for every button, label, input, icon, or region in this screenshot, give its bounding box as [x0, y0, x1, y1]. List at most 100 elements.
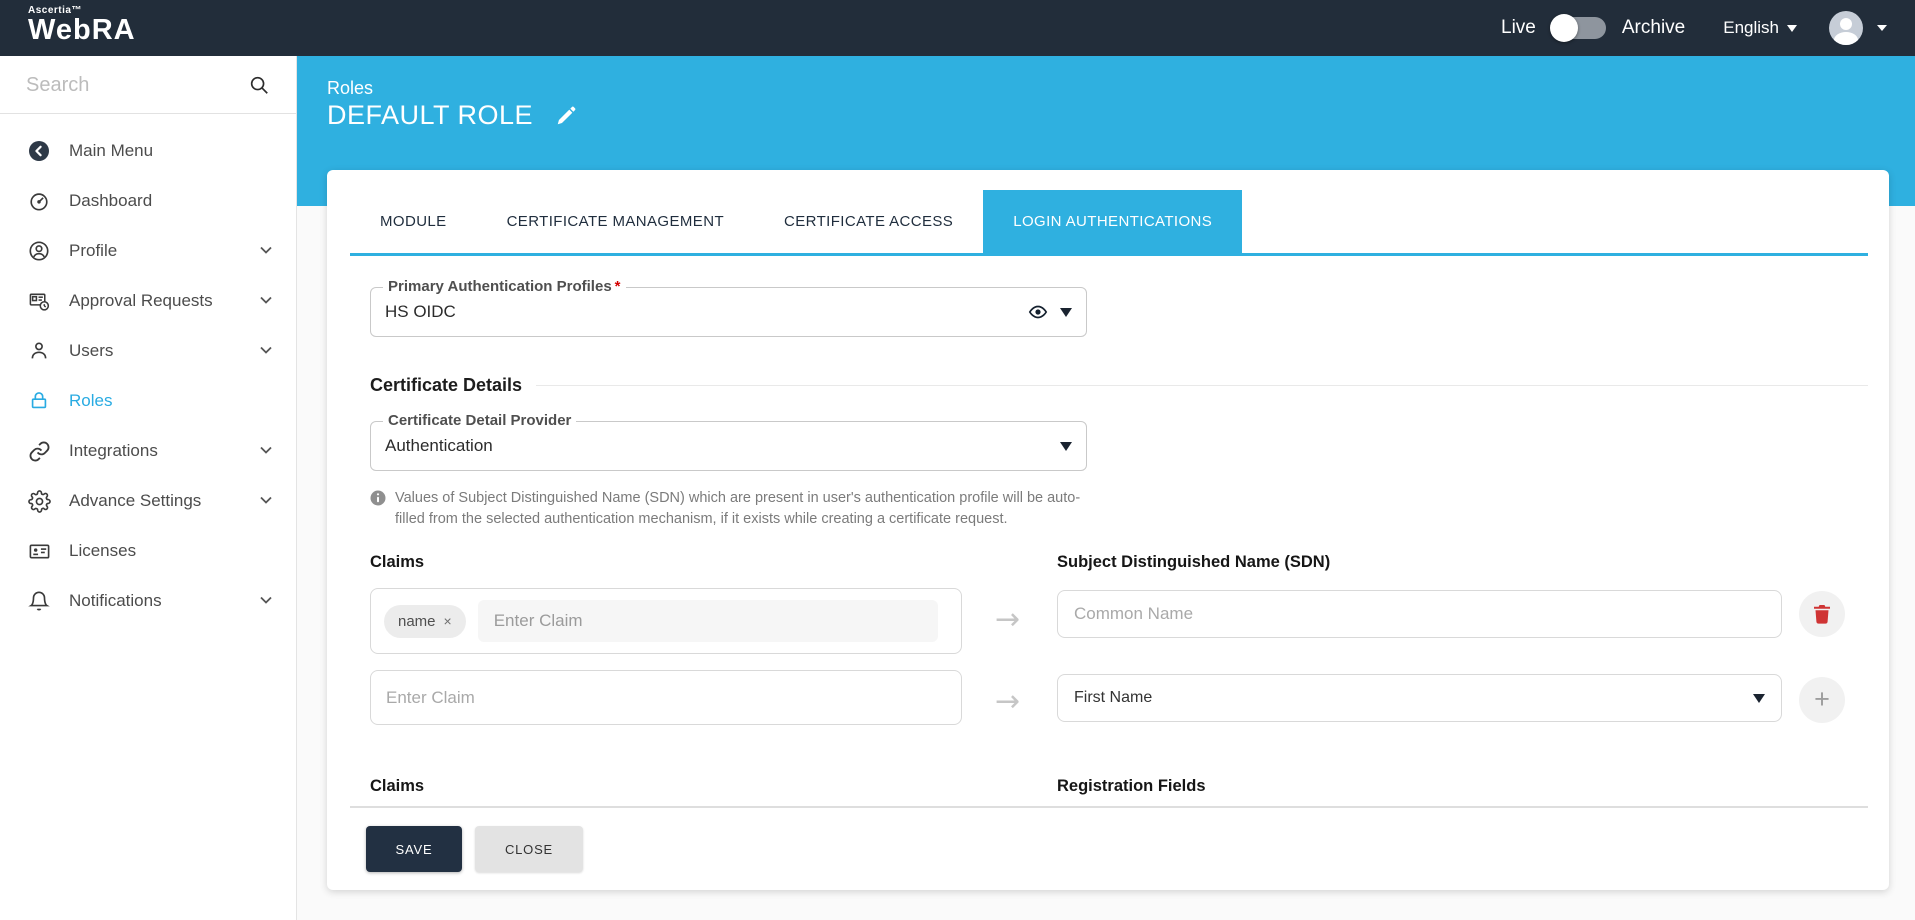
toggle-knob[interactable] [1550, 14, 1578, 42]
avatar-head [1840, 18, 1852, 30]
save-button[interactable]: SAVE [366, 826, 462, 872]
sidebar-nav: Main Menu Dashboard Profile Approval Req… [0, 114, 296, 626]
info-text: Values of Subject Distinguished Name (SD… [395, 488, 1085, 530]
lock-icon [27, 389, 51, 413]
role-detail-card: MODULE CERTIFICATE MANAGEMENT CERTIFICAT… [327, 170, 1889, 890]
search-input[interactable] [26, 68, 236, 102]
sidebar-item-integrations[interactable]: Integrations [0, 426, 296, 476]
live-archive-toggle[interactable] [1552, 17, 1606, 39]
required-asterisk: * [615, 278, 621, 295]
sidebar-item-label: Main Menu [69, 141, 153, 161]
users-icon [27, 339, 51, 363]
delete-row-button[interactable] [1799, 591, 1845, 637]
sidebar-item-label: Advance Settings [69, 491, 201, 511]
primary-auth-profiles-value: HS OIDC [385, 288, 456, 336]
chip-remove-icon[interactable]: × [444, 613, 452, 629]
tab-module[interactable]: MODULE [350, 190, 477, 253]
chevron-down-icon [260, 296, 272, 304]
sidebar-item-users[interactable]: Users [0, 326, 296, 376]
topbar-controls: Live Archive English [1501, 0, 1887, 56]
claim-row-1-box[interactable]: name × [370, 588, 962, 654]
link-icon [27, 439, 51, 463]
sidebar-item-advance-settings[interactable]: Advance Settings [0, 476, 296, 526]
page-title-row: DEFAULT ROLE [327, 100, 577, 131]
certificate-detail-provider-field[interactable]: Certificate Detail Provider Authenticati… [370, 421, 1087, 471]
sidebar: Main Menu Dashboard Profile Approval Req… [0, 56, 297, 920]
bell-icon [27, 589, 51, 613]
language-selector[interactable]: English [1723, 18, 1797, 38]
add-row-button[interactable]: + [1799, 677, 1845, 723]
section-title: Certificate Details [370, 375, 522, 396]
avatar-body [1834, 32, 1858, 45]
archive-label: Archive [1622, 17, 1685, 39]
close-button[interactable]: CLOSE [475, 826, 583, 872]
sidebar-search [0, 56, 296, 114]
app-logo: Ascertia™ WebRA [28, 5, 136, 45]
trash-icon [1813, 604, 1831, 624]
claim-input-1[interactable] [478, 600, 938, 642]
avatar[interactable] [1829, 11, 1863, 45]
topbar: Ascertia™ WebRA Live Archive English [0, 0, 1915, 56]
sidebar-item-licenses[interactable]: Licenses [0, 526, 296, 576]
dashboard-icon [27, 189, 51, 213]
claims-header: Claims [370, 553, 424, 572]
chevron-down-icon [260, 346, 272, 354]
dropdown-caret-icon[interactable] [1060, 442, 1072, 451]
claims-header-2: Claims [370, 777, 424, 796]
claim-input-2[interactable] [371, 671, 961, 724]
plus-icon: + [1814, 686, 1830, 713]
sidebar-item-approval-requests[interactable]: Approval Requests [0, 276, 296, 326]
brand-label: WebRA [28, 14, 136, 46]
dropdown-caret-icon [1753, 694, 1765, 703]
tab-certificate-management[interactable]: CERTIFICATE MANAGEMENT [477, 190, 754, 253]
sidebar-item-label: Users [69, 341, 113, 361]
sidebar-item-label: Dashboard [69, 191, 152, 211]
chevron-down-icon [260, 446, 272, 454]
sidebar-item-label: Profile [69, 241, 117, 261]
page-title: DEFAULT ROLE [327, 100, 533, 131]
sidebar-item-main-menu[interactable]: Main Menu [0, 126, 296, 176]
sidebar-item-roles[interactable]: Roles [0, 376, 296, 426]
sidebar-item-dashboard[interactable]: Dashboard [0, 176, 296, 226]
chevron-down-icon [260, 596, 272, 604]
chevron-down-icon [260, 246, 272, 254]
primary-auth-profiles-field[interactable]: Primary Authentication Profiles* HS OIDC [370, 287, 1087, 337]
sdn-header: Subject Distinguished Name (SDN) [1057, 553, 1330, 572]
arrow-right-icon: → [995, 684, 1020, 719]
dropdown-caret-icon[interactable] [1060, 308, 1072, 317]
sidebar-item-label: Approval Requests [69, 291, 213, 311]
sidebar-item-label: Integrations [69, 441, 158, 461]
approval-requests-icon [27, 289, 51, 313]
search-icon[interactable] [248, 74, 270, 96]
chevron-down-icon [1787, 25, 1797, 32]
chevron-down-icon [260, 496, 272, 504]
sdn-field-select-value: First Name [1074, 689, 1152, 707]
sidebar-item-notifications[interactable]: Notifications [0, 576, 296, 626]
common-name-input[interactable] [1058, 591, 1781, 637]
tab-certificate-access[interactable]: CERTIFICATE ACCESS [754, 190, 983, 253]
claim-chip[interactable]: name × [384, 605, 466, 638]
eye-icon[interactable] [1028, 302, 1048, 322]
sdn-field-select[interactable]: First Name [1057, 674, 1782, 722]
back-circle-icon [27, 139, 51, 163]
language-label: English [1723, 18, 1779, 38]
sidebar-item-profile[interactable]: Profile [0, 226, 296, 276]
info-icon [370, 490, 386, 506]
certificate-details-section: Certificate Details [370, 375, 1868, 396]
arrow-right-icon: → [995, 602, 1020, 637]
tab-bar: MODULE CERTIFICATE MANAGEMENT CERTIFICAT… [350, 190, 1868, 256]
profile-menu-caret-icon[interactable] [1877, 25, 1887, 31]
sidebar-item-label: Roles [69, 391, 112, 411]
section-divider [536, 385, 1868, 386]
edit-pencil-icon[interactable] [555, 105, 577, 127]
gear-icon [27, 489, 51, 513]
sidebar-item-label: Notifications [69, 591, 162, 611]
tab-login-authentications[interactable]: LOGIN AUTHENTICATIONS [983, 190, 1242, 253]
certificate-detail-provider-value: Authentication [385, 422, 493, 470]
live-label: Live [1501, 17, 1536, 39]
claim-chip-label: name [398, 613, 436, 630]
sidebar-item-label: Licenses [69, 541, 136, 561]
license-icon [27, 539, 51, 563]
breadcrumb: Roles [327, 78, 373, 99]
claim-row-2-box [370, 670, 962, 725]
